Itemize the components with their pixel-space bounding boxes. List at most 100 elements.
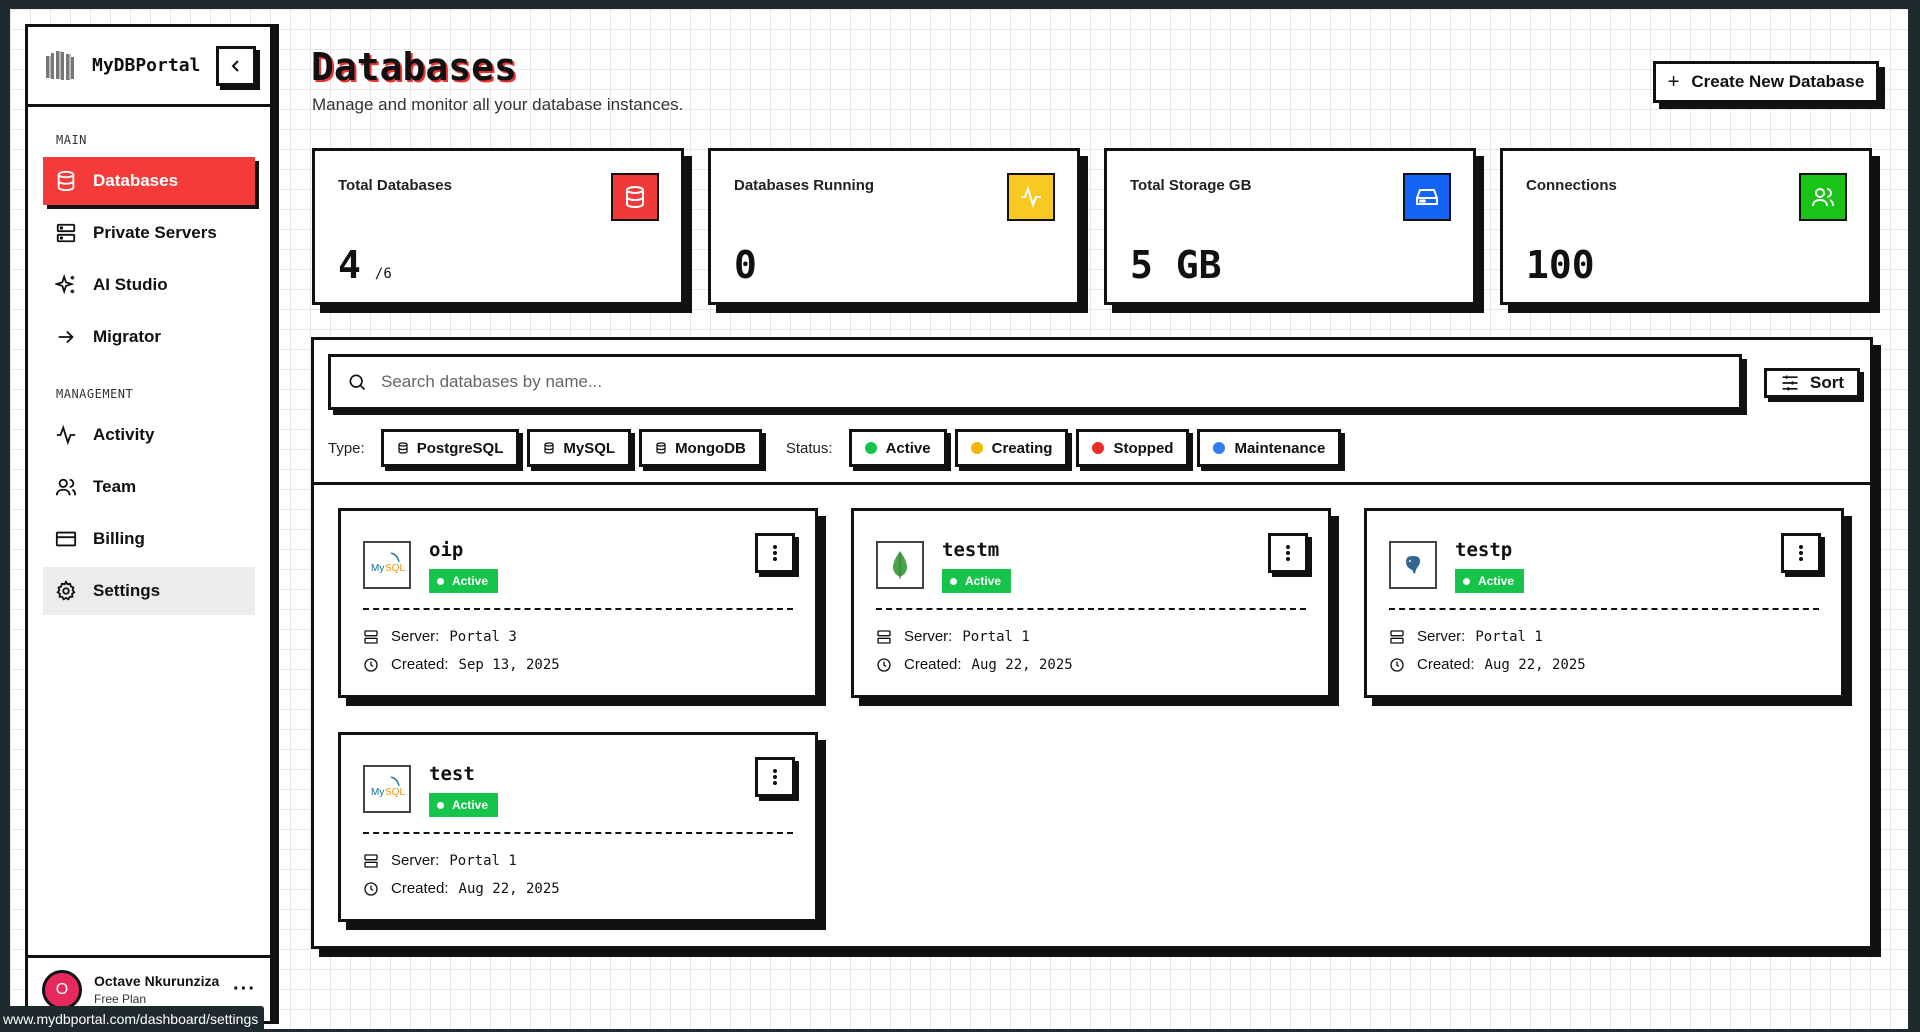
sidebar-item-billing[interactable]: Billing: [43, 515, 255, 563]
more-vertical-icon: [773, 769, 777, 785]
created-info: Created: Sep 13, 2025: [363, 656, 560, 673]
clock-icon: [364, 657, 378, 672]
filter-status-maintenance[interactable]: Maintenance: [1197, 429, 1342, 467]
postgresql-logo-icon: [1389, 541, 1437, 589]
sidebar-item-databases[interactable]: Databases: [43, 157, 255, 205]
section-label-main: MAIN: [56, 133, 87, 147]
server-info: Server: Portal 3: [363, 628, 517, 645]
divider: [363, 832, 793, 834]
card-menu-button[interactable]: [755, 533, 795, 573]
server-value: Portal 3: [449, 628, 517, 645]
server-info: Server: Portal 1: [363, 852, 517, 869]
sidebar: MyDBPortal MAIN Databases Private Server…: [25, 24, 273, 1024]
more-options-icon[interactable]: ···: [233, 978, 256, 1001]
logo-icon: [46, 50, 74, 80]
svg-text:My: My: [371, 563, 384, 574]
database-name: testp: [1455, 539, 1513, 561]
server-label: Server:: [391, 852, 440, 869]
user-name: Octave Nkurunziza: [94, 973, 220, 989]
database-card[interactable]: testm Active Server: Portal 1 Created: Aug…: [851, 508, 1331, 698]
created-label: Created:: [391, 656, 449, 673]
sidebar-header: MyDBPortal: [28, 27, 270, 107]
more-vertical-icon: [1799, 545, 1803, 561]
sidebar-item-label: Team: [93, 477, 137, 496]
stat-value: 4/6: [338, 243, 392, 287]
created-info: Created: Aug 22, 2025: [1389, 656, 1586, 673]
status-badge: Active: [429, 793, 499, 817]
card-menu-button[interactable]: [1268, 533, 1308, 573]
sidebar-item-activity[interactable]: Activity: [43, 411, 255, 459]
server-label: Server:: [904, 628, 953, 645]
credit-card-icon: [55, 531, 77, 547]
activity-icon: [1007, 173, 1055, 221]
filter-status-creating[interactable]: Creating: [954, 429, 1069, 467]
user-plan: Free Plan: [94, 992, 147, 1006]
database-card[interactable]: My SQL test Active Server: Portal 1 Create…: [338, 732, 818, 922]
svg-text:My: My: [371, 787, 384, 798]
sidebar-item-label: Migrator: [93, 327, 161, 346]
status-dot: [1213, 442, 1226, 454]
server-icon: [364, 853, 378, 868]
sidebar-item-ai-studio[interactable]: AI Studio: [43, 261, 255, 309]
created-info: Created: Aug 22, 2025: [363, 880, 560, 897]
status-filter-label: Status:: [785, 439, 833, 457]
filter-type-mysql[interactable]: MySQL: [527, 429, 632, 467]
filter-type-postgresql[interactable]: PostgreSQL: [380, 429, 520, 467]
search-bar[interactable]: [328, 354, 1742, 410]
stat-label: Total Storage GB: [1130, 177, 1252, 194]
server-info: Server: Portal 1: [1389, 628, 1543, 645]
sidebar-item-label: Activity: [93, 425, 155, 444]
card-menu-button[interactable]: [1781, 533, 1821, 573]
card-menu-button[interactable]: [755, 757, 795, 797]
filter-status-stopped[interactable]: Stopped: [1076, 429, 1190, 467]
sort-button[interactable]: Sort: [1764, 368, 1860, 398]
filter-bar: Type: PostgreSQL MySQL MongoDB Status: A…: [328, 428, 1349, 468]
divider: [363, 608, 793, 610]
divider: [1389, 608, 1819, 610]
server-icon: [1390, 629, 1404, 644]
status-dot: [864, 442, 877, 454]
status-dot: [1092, 442, 1105, 454]
divider: [876, 608, 1306, 610]
stat-label: Connections: [1526, 177, 1617, 194]
server-icon: [56, 223, 76, 243]
hard-drive-icon: [1403, 173, 1451, 221]
chip-label: MySQL: [563, 439, 616, 457]
clock-icon: [1390, 657, 1404, 672]
stat-label: Databases Running: [734, 177, 875, 194]
sidebar-item-label: Billing: [93, 529, 145, 548]
collapse-sidebar-button[interactable]: [216, 45, 256, 86]
activity-icon: [56, 424, 76, 446]
svg-text:SQL: SQL: [385, 563, 405, 574]
clock-icon: [877, 657, 891, 672]
sidebar-item-private-servers[interactable]: Private Servers: [43, 209, 255, 257]
filter-type-mongodb[interactable]: MongoDB: [639, 429, 762, 467]
page-subtitle: Manage and monitor all your database ins…: [312, 95, 684, 114]
created-value: Aug 22, 2025: [1484, 656, 1586, 673]
mysql-logo-icon: My SQL: [363, 541, 411, 589]
app-window: MyDBPortal MAIN Databases Private Server…: [10, 9, 1908, 1029]
search-input[interactable]: [381, 372, 1681, 392]
sidebar-item-team[interactable]: Team: [43, 463, 255, 511]
chip-label: PostgreSQL: [416, 439, 504, 457]
users-icon: [1799, 173, 1847, 221]
server-value: Portal 1: [962, 628, 1030, 645]
sidebar-item-label: Settings: [93, 581, 161, 600]
create-database-label: Create New Database: [1691, 72, 1865, 91]
plus-icon: +: [1667, 70, 1680, 93]
chip-label: MongoDB: [675, 439, 746, 457]
server-label: Server:: [1417, 628, 1466, 645]
mongodb-logo-icon: [876, 541, 924, 589]
sidebar-item-migrator[interactable]: Migrator: [43, 313, 255, 361]
main-nav: Databases Private Servers AI Studio Migr…: [28, 157, 270, 361]
database-icon: [57, 170, 75, 192]
filter-status-active[interactable]: Active: [848, 429, 947, 467]
gear-icon: [56, 580, 76, 601]
created-value: Sep 13, 2025: [458, 656, 560, 673]
database-card[interactable]: testp Active Server: Portal 1 Created: Aug…: [1364, 508, 1844, 698]
database-card[interactable]: My SQL oip Active Server: Portal 3 Created…: [338, 508, 818, 698]
create-database-button[interactable]: + Create New Database: [1653, 61, 1879, 103]
user-info: Octave Nkurunziza Free Plan: [94, 973, 219, 1006]
server-label: Server:: [391, 628, 440, 645]
sidebar-item-settings[interactable]: Settings: [43, 567, 255, 615]
